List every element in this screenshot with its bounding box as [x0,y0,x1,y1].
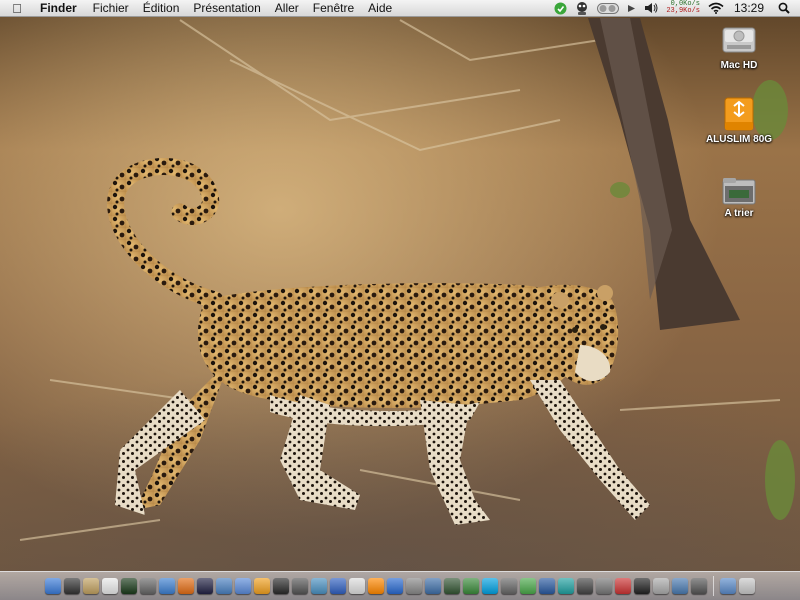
dock [0,571,800,600]
trash-icon[interactable] [739,578,755,594]
photoshop-icon[interactable] [292,578,308,594]
skype-2-icon[interactable] [482,578,498,594]
system-prefs-icon[interactable] [653,578,669,594]
menu-app-finder[interactable]: Finder [34,0,86,17]
play-icon[interactable] [627,0,636,17]
preview-icon[interactable] [83,578,99,594]
dvd-player-icon[interactable] [634,578,650,594]
iphoto-icon[interactable] [311,578,327,594]
growl-2-icon[interactable] [444,578,460,594]
desktop-icon-a-trier[interactable]: A trier [704,176,774,219]
desktop-icon-label: A trier [724,208,754,219]
safari-2-icon[interactable] [216,578,232,594]
dashcode-icon[interactable] [501,578,517,594]
disk-utility-icon[interactable] [596,578,612,594]
growl-icon[interactable] [575,0,589,17]
word-icon[interactable] [330,578,346,594]
console-icon[interactable] [577,578,593,594]
menu-fenetre[interactable]: Fenêtre [306,0,361,17]
ie-icon[interactable] [387,578,403,594]
finder-icon[interactable] [45,578,61,594]
firewire-drive-icon [724,97,754,131]
menu-bar:  Finder Fichier Édition Présentation Al… [0,0,800,17]
wifi-icon[interactable] [708,0,724,17]
menu-presentation[interactable]: Présentation [186,0,267,17]
people-icon[interactable] [463,578,479,594]
ical-icon[interactable] [102,578,118,594]
screenshot-icon[interactable] [672,578,688,594]
garageband-icon[interactable] [615,578,631,594]
dock-separator [713,576,714,596]
textedit-icon[interactable] [349,578,365,594]
preview-2-icon[interactable] [425,578,441,594]
app-store-icon[interactable] [558,578,574,594]
folder-icon [722,178,756,205]
istat-icon[interactable] [597,0,620,17]
help-icon[interactable] [406,578,422,594]
automator-icon[interactable] [691,578,707,594]
evernote-icon[interactable] [554,0,567,17]
adium-icon[interactable] [273,578,289,594]
camino-icon[interactable] [197,578,213,594]
desktop-icon-label: Mac HD [720,60,758,71]
volume-icon[interactable] [644,0,658,17]
firefox-icon[interactable] [178,578,194,594]
mac-os-x-icon[interactable] [64,578,80,594]
apple-menu-icon[interactable]:  [0,0,34,17]
vmware-icon[interactable] [140,578,156,594]
desktop-wallpaper [0,0,800,600]
menu-fichier[interactable]: Fichier [86,0,136,17]
hard-drive-icon [722,27,756,53]
vlc-icon[interactable] [368,578,384,594]
network-download-speed: 23,9Ko/s [666,7,700,15]
itunes-icon[interactable] [235,578,251,594]
downloads-stack-icon[interactable] [720,578,736,594]
menu-aller[interactable]: Aller [268,0,306,17]
menu-edition[interactable]: Édition [136,0,187,17]
safari-icon[interactable] [159,578,175,594]
menu-aide[interactable]: Aide [361,0,399,17]
spotlight-icon[interactable] [778,0,790,17]
desktop-icon-mac-hd[interactable]: Mac HD [704,24,774,71]
skype-icon[interactable] [254,578,270,594]
desktop-icon-label: ALUSLIM 80G [705,134,773,145]
menu-bar-clock[interactable]: 13:29 [734,1,764,15]
activity-monitor-icon[interactable] [121,578,137,594]
network-icon[interactable] [539,578,555,594]
network-speed-monitor[interactable]: 0,0Ko/s 23,9Ko/s [666,1,700,15]
utorrent-icon[interactable] [520,578,536,594]
desktop-icon-aluslim-80g[interactable]: ALUSLIM 80G [704,96,774,145]
